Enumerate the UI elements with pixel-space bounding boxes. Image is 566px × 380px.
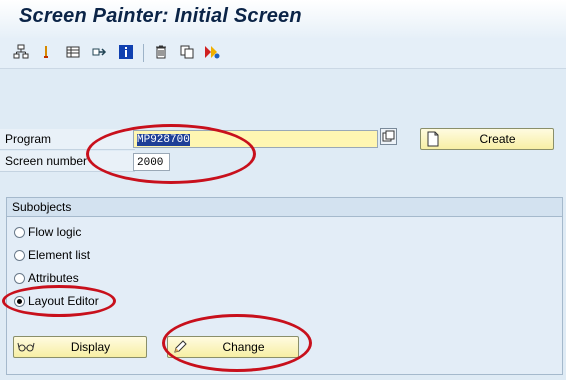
where-used-icon[interactable] — [37, 43, 55, 61]
value-help-icon[interactable] — [380, 128, 397, 145]
radio-element-list[interactable]: Element list — [14, 246, 90, 264]
create-button-label: Create — [479, 132, 516, 146]
delete-icon[interactable] — [152, 43, 170, 61]
radio-button-flow-logic[interactable] — [14, 226, 25, 238]
toolbar-separator — [143, 44, 144, 62]
radio-button-layout-editor[interactable] — [14, 295, 25, 307]
change-button-label: Change — [222, 340, 265, 354]
change-button[interactable]: Change — [167, 336, 299, 358]
copy-icon[interactable] — [178, 43, 196, 61]
display-button-label: Display — [70, 340, 111, 354]
screen-number-input[interactable]: 2000 — [133, 153, 170, 171]
info-icon[interactable] — [117, 43, 135, 61]
title-bar: Screen Painter: Initial Screen — [0, 0, 566, 38]
display-button[interactable]: Display — [13, 336, 147, 358]
radio-button-attributes[interactable] — [14, 272, 25, 284]
program-label: Program — [0, 129, 135, 150]
subobjects-title: Subobjects — [7, 198, 562, 217]
navigate-icon[interactable] — [91, 43, 109, 61]
radio-label-flow-logic: Flow logic — [28, 225, 82, 239]
hierarchy-icon[interactable] — [12, 43, 30, 61]
screen-number-label: Screen number — [0, 151, 135, 172]
radio-flow-logic[interactable]: Flow logic — [14, 223, 81, 241]
program-input[interactable]: MP928700 — [133, 130, 378, 148]
display-objects-icon[interactable] — [64, 43, 82, 61]
radio-layout-editor[interactable]: Layout Editor — [14, 292, 99, 310]
radio-attributes[interactable]: Attributes — [14, 269, 79, 287]
application-toolbar — [0, 38, 566, 69]
create-button[interactable]: Create — [420, 128, 554, 150]
pencil-icon — [171, 338, 189, 356]
radio-label-layout-editor: Layout Editor — [28, 294, 99, 308]
program-value: MP928700 — [137, 134, 190, 146]
new-document-icon — [424, 130, 442, 148]
test-icon[interactable] — [203, 43, 221, 61]
radio-button-element-list[interactable] — [14, 249, 25, 261]
radio-label-element-list: Element list — [28, 248, 91, 262]
glasses-icon — [17, 338, 35, 356]
subobjects-group: Subobjects Flow logic Element list Attri… — [6, 197, 563, 375]
radio-label-attributes: Attributes — [28, 271, 79, 285]
page-title: Screen Painter: Initial Screen — [19, 5, 302, 27]
